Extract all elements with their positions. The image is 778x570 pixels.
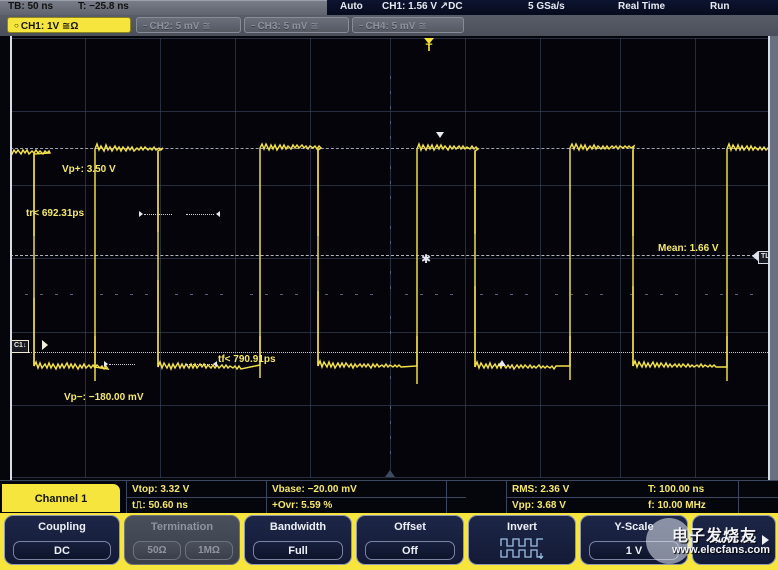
measurement-pulse-width: t⎍: 50.60 ns [132,500,188,511]
vp-minus-annotation: Vp−: −180.00 mV [64,392,144,403]
y-scale-button[interactable]: Y-Scale 1 V [580,515,688,565]
measurement-overshoot: +Ovr: 5.59 % [272,500,332,511]
upper-cursor-indicator-icon [436,132,444,138]
channel-tab-bar: ○CH1: 1V ≅Ω –CH2: 5 mV ≅ –CH3: 5 mV ≅ –C… [0,15,778,36]
center-cursor-icon: ✱ [421,253,431,265]
offset-button-value[interactable]: Off [365,541,455,560]
coupling-button-caption: Coupling [5,521,119,533]
channel-tab-ch3[interactable]: –CH3: 5 mV ≅ [244,17,349,33]
channel-off-icon: – [359,21,363,30]
lower-cursor-indicator-icon [498,360,506,366]
rise-time-annotation: tr< 692.31ps [26,208,84,219]
trigger-source-label[interactable]: CH1: 1.56 V ↗DC [382,1,463,12]
timebase-panel[interactable]: TB: 50 ns T: −25.8 ns [0,0,327,15]
trigger-delay-value: T: −25.8 ns [78,1,129,12]
invert-button-caption: Invert [469,521,575,533]
channel-tab-ch1[interactable]: ○CH1: 1V ≅Ω [7,17,131,33]
channel-tab-ch2-label: CH2: 5 mV ≅ [149,21,210,32]
channel1-reference-marker[interactable]: C1↓ [11,340,29,353]
channel-tab-ch1-label: CH1: 1V ≅Ω [21,21,79,32]
channel-tab-ch3-label: CH3: 5 mV ≅ [257,21,318,32]
sample-rate-label: 5 GSa/s [528,1,565,12]
termination-button-caption: Termination [125,521,239,533]
timebase-value: TB: 50 ns [8,1,53,12]
waveform-display[interactable]: T [0,36,778,480]
plot-left-frame [10,36,12,480]
termination-button: Termination 50Ω 1MΩ [124,515,240,565]
invert-waveform-icon [469,537,575,562]
y-scale-button-value[interactable]: 1 V [589,541,679,560]
y-scale-button-caption: Y-Scale [581,521,687,533]
oscilloscope-app: TB: 50 ns T: −25.8 ns Auto CH1: 1.56 V ↗… [0,0,778,570]
waveform-trace [10,36,770,480]
mean-annotation: Mean: 1.66 V [658,243,719,254]
measurement-rms: RMS: 2.36 V [512,484,569,495]
channel-off-icon: – [251,21,255,30]
channel1-reference-label: C1 [14,342,23,349]
channel1-reference-arrow-icon [42,340,48,350]
channel-tab-ch2[interactable]: –CH2: 5 mV ≅ [136,17,241,33]
invert-button[interactable]: Invert [468,515,576,565]
measurement-vtop: Vtop: 3.32 V [132,484,189,495]
measurement-period: T: 100.00 ns [648,484,704,495]
fall-time-annotation: tf< 790.91ps [218,354,276,365]
measurement-frequency: f: 10.00 MHz [648,500,706,511]
channel-tab-ch4-label: CH4: 5 mV ≅ [365,21,426,32]
run-state-label[interactable]: Run [710,1,729,12]
trigger-mode-label[interactable]: Auto [340,1,363,12]
measurement-vpp: Vpp: 3.68 V [512,500,566,511]
chevron-right-icon [762,535,769,545]
bandwidth-button-value[interactable]: Full [253,541,343,560]
active-channel-badge[interactable]: Channel 1 [2,484,120,512]
measurement-bar: Channel 1 Vtop: 3.32 V Vbase: −20.00 mV … [0,480,778,514]
coupling-button-value[interactable]: DC [13,541,111,560]
horizontal-position-indicator-icon [385,470,395,477]
offset-button-caption: Offset [357,521,463,533]
offset-button[interactable]: Offset Off [356,515,464,565]
channel-tab-ch4[interactable]: –CH4: 5 mV ≅ [352,17,464,33]
channel-active-icon: ○ [14,21,19,30]
coupling-button[interactable]: Coupling DC [4,515,120,565]
bandwidth-button-caption: Bandwidth [245,521,351,533]
more-pages-button[interactable]: More 1/2 [692,515,776,565]
vp-plus-annotation: Vp+: 3.50 V [62,164,116,175]
display-right-edge [770,36,778,480]
measurement-vbase: Vbase: −20.00 mV [272,484,357,495]
termination-50ohm-option: 50Ω [133,541,181,560]
acquisition-mode-label: Real Time [618,1,665,12]
termination-1mohm-option: 1MΩ [185,541,233,560]
channel-menu-bar: Coupling DC Termination 50Ω 1MΩ Bandwidt… [0,513,778,570]
top-status-bar: TB: 50 ns T: −25.8 ns Auto CH1: 1.56 V ↗… [0,0,778,15]
channel-off-icon: – [143,21,147,30]
bandwidth-button[interactable]: Bandwidth Full [244,515,352,565]
